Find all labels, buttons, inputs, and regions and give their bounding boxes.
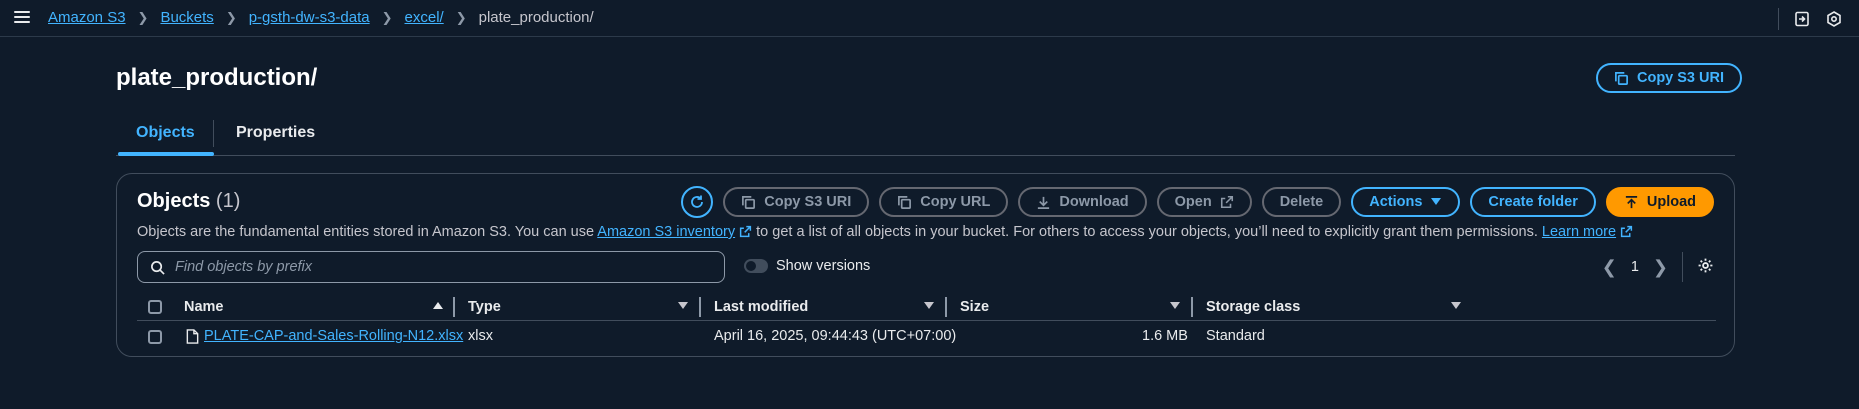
create-folder-button[interactable]: Create folder [1470,187,1596,217]
page-title: plate_production/ [116,64,318,91]
copy-s3-uri-label: Copy S3 URI [1636,70,1724,86]
open-button[interactable]: Open [1156,187,1252,217]
copy-s3-uri-toolbar-label: Copy S3 URI [764,194,852,210]
file-type: xlsx [468,328,493,344]
chevron-right-icon: ❯ [225,9,237,25]
active-tab-indicator [118,152,214,156]
row-checkbox[interactable] [148,330,162,344]
sort-icon[interactable] [924,302,934,309]
breadcrumb-folder-excel[interactable]: excel/ [405,9,444,26]
chevron-right-icon: ❯ [455,9,467,25]
column-resizer[interactable] [699,297,701,317]
settings-hex-icon[interactable] [1825,10,1843,28]
page-number[interactable]: 1 [1631,259,1639,275]
chevron-right-icon: ❯ [137,9,149,25]
upload-label: Upload [1646,194,1696,210]
sort-icon[interactable] [678,302,688,309]
sort-icon[interactable] [1451,302,1461,309]
show-versions-toggle[interactable] [744,259,768,273]
tab-divider [213,120,214,147]
copy-s3-uri-button[interactable]: Copy S3 URI [1595,63,1742,93]
objects-count: (1) [215,190,241,212]
breadcrumb-current: plate_production/ [478,9,594,26]
pagination: ❮ 1 ❯ [1602,252,1714,282]
column-resizer[interactable] [945,297,947,317]
s3-inventory-link[interactable]: Amazon S3 inventory [597,224,735,240]
file-size: 1.6 MB [1142,328,1188,344]
download-icon [1038,196,1050,209]
file-name-link[interactable]: PLATE-CAP-and-Sales-Rolling-N12.xlsx [204,328,463,344]
toggle-knob [746,261,756,271]
column-size[interactable]: Size [960,299,989,315]
external-link-icon [1220,195,1233,209]
create-folder-label: Create folder [1488,194,1578,210]
tab-bar: Objects Properties [116,115,1735,156]
actions-dropdown[interactable]: Actions [1351,187,1461,217]
previous-page-icon[interactable]: ❮ [1602,257,1617,278]
notification-icon[interactable] [1793,10,1811,28]
copy-icon [1615,71,1628,85]
copy-icon [898,195,912,209]
column-resizer[interactable] [453,297,455,317]
breadcrumb: Amazon S3 ❯ Buckets ❯ p-gsth-dw-s3-data … [48,9,594,26]
external-link-icon [740,225,752,238]
next-page-icon[interactable]: ❯ [1653,257,1668,278]
actions-label: Actions [1369,194,1423,210]
top-navigation-bar: Amazon S3 ❯ Buckets ❯ p-gsth-dw-s3-data … [0,0,1859,37]
top-right-actions [1778,8,1843,30]
tab-objects[interactable]: Objects [136,124,195,142]
show-versions-label: Show versions [776,258,871,274]
download-label: Download [1059,194,1129,210]
external-link-icon [1620,225,1633,238]
tab-properties[interactable]: Properties [236,124,315,142]
file-last-modified: April 16, 2025, 09:44:43 (UTC+07:00) [714,328,957,344]
search-icon [151,260,165,275]
table-row: PLATE-CAP-and-Sales-Rolling-N12.xlsx xls… [137,322,1716,352]
objects-panel: Objects (1) Copy S3 URI Copy URL Downloa… [116,173,1735,357]
refresh-icon [691,195,704,208]
select-all-checkbox[interactable] [148,300,162,314]
breadcrumb-buckets[interactable]: Buckets [160,9,213,26]
sort-icon[interactable] [1170,302,1180,309]
file-storage-class: Standard [1206,328,1265,344]
objects-description: Objects are the fundamental entities sto… [137,224,1633,240]
show-versions-control: Show versions [744,258,870,274]
chevron-right-icon: ❯ [381,9,393,25]
file-icon [186,329,199,348]
objects-toolbar: Copy S3 URI Copy URL Download Open Delet… [681,186,1714,218]
objects-heading: Objects (1) [137,190,240,213]
refresh-button[interactable] [681,186,714,218]
column-last-modified[interactable]: Last modified [714,299,808,315]
column-resizer[interactable] [1191,297,1193,317]
column-name[interactable]: Name [184,299,224,315]
breadcrumb-bucket[interactable]: p-gsth-dw-s3-data [249,9,370,26]
table-header: Name Type Last modified Size Storage cla… [137,295,1716,321]
objects-title: Objects [137,190,211,212]
upload-icon [1625,195,1637,208]
column-type[interactable]: Type [468,299,501,315]
copy-url-button[interactable]: Copy URL [879,187,1009,217]
copy-s3-uri-toolbar-button[interactable]: Copy S3 URI [723,187,870,217]
copy-url-label: Copy URL [920,194,991,210]
column-storage-class[interactable]: Storage class [1206,299,1300,315]
caret-down-icon [1431,198,1442,205]
open-label: Open [1174,194,1212,210]
search-box [137,251,725,283]
delete-label: Delete [1279,194,1324,210]
download-button[interactable]: Download [1018,187,1147,217]
learn-more-link[interactable]: Learn more [1542,224,1616,240]
breadcrumb-amazon-s3[interactable]: Amazon S3 [48,9,126,26]
sort-ascending-icon[interactable] [433,302,443,309]
search-input[interactable] [175,259,695,275]
upload-button[interactable]: Upload [1605,187,1714,217]
pager-divider [1682,252,1683,282]
description-text-1: Objects are the fundamental entities sto… [137,224,598,240]
gear-icon[interactable] [1697,257,1714,278]
description-text-2: to get a list of all objects in your buc… [752,224,1542,240]
copy-icon [742,195,756,209]
menu-icon[interactable] [14,9,30,25]
delete-button[interactable]: Delete [1261,187,1342,217]
divider [1778,8,1779,30]
